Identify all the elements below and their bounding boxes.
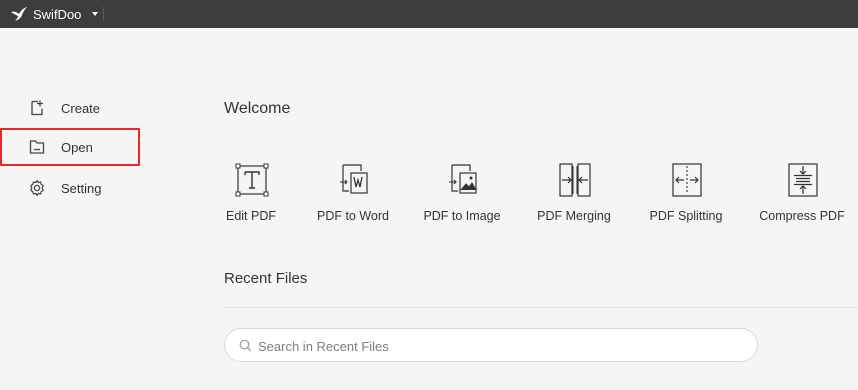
create-file-icon <box>31 100 43 116</box>
split-icon <box>672 163 702 197</box>
sidebar-item-setting[interactable]: Setting <box>0 170 140 206</box>
merge-icon <box>559 163 591 197</box>
pdf-to-word-icon <box>340 164 368 194</box>
swallow-logo-icon <box>11 7 27 21</box>
search-icon <box>239 339 252 352</box>
app-name: SwifDoo <box>33 6 82 22</box>
tool-label: PDF to Image <box>423 209 501 223</box>
tool-edit-pdf[interactable]: Edit PDF <box>201 160 301 230</box>
tool-pdf-to-word[interactable]: PDF to Word <box>303 160 403 230</box>
pdf-to-image-icon <box>449 164 477 194</box>
title-bar: SwifDoo <box>0 0 858 28</box>
sidebar-item-label: Create <box>61 100 101 116</box>
edit-text-icon <box>235 163 269 197</box>
caret-down-icon <box>92 12 99 16</box>
tool-label: Edit PDF <box>225 209 276 223</box>
app-menu-button[interactable]: SwifDoo <box>10 5 99 23</box>
tool-label: PDF to Word <box>316 209 389 223</box>
folder-open-icon <box>29 140 45 154</box>
sidebar-item-label: Open <box>61 139 93 155</box>
recent-files-title: Recent Files <box>224 270 308 287</box>
sidebar-item-open[interactable]: Open <box>0 128 140 166</box>
compress-icon <box>788 163 818 197</box>
tool-pdf-merging[interactable]: PDF Merging <box>524 160 624 230</box>
sidebar-item-label: Setting <box>61 180 102 196</box>
tool-label: Compress PDF <box>759 209 845 223</box>
page-title: Welcome <box>224 100 291 117</box>
tool-pdf-splitting[interactable]: PDF Splitting <box>636 160 736 230</box>
divider <box>224 307 858 308</box>
tool-label: PDF Merging <box>537 209 611 223</box>
tool-pdf-to-image[interactable]: PDF to Image <box>412 160 512 230</box>
recent-files-search[interactable] <box>224 328 758 362</box>
divider <box>103 7 104 21</box>
tool-label: PDF Splitting <box>649 209 723 223</box>
gear-icon <box>30 180 44 196</box>
tool-compress-pdf[interactable]: Compress PDF <box>752 160 852 230</box>
search-input[interactable] <box>256 335 740 357</box>
sidebar-item-create[interactable]: Create <box>0 90 140 126</box>
sidebar: Create Open Setting <box>0 28 140 390</box>
